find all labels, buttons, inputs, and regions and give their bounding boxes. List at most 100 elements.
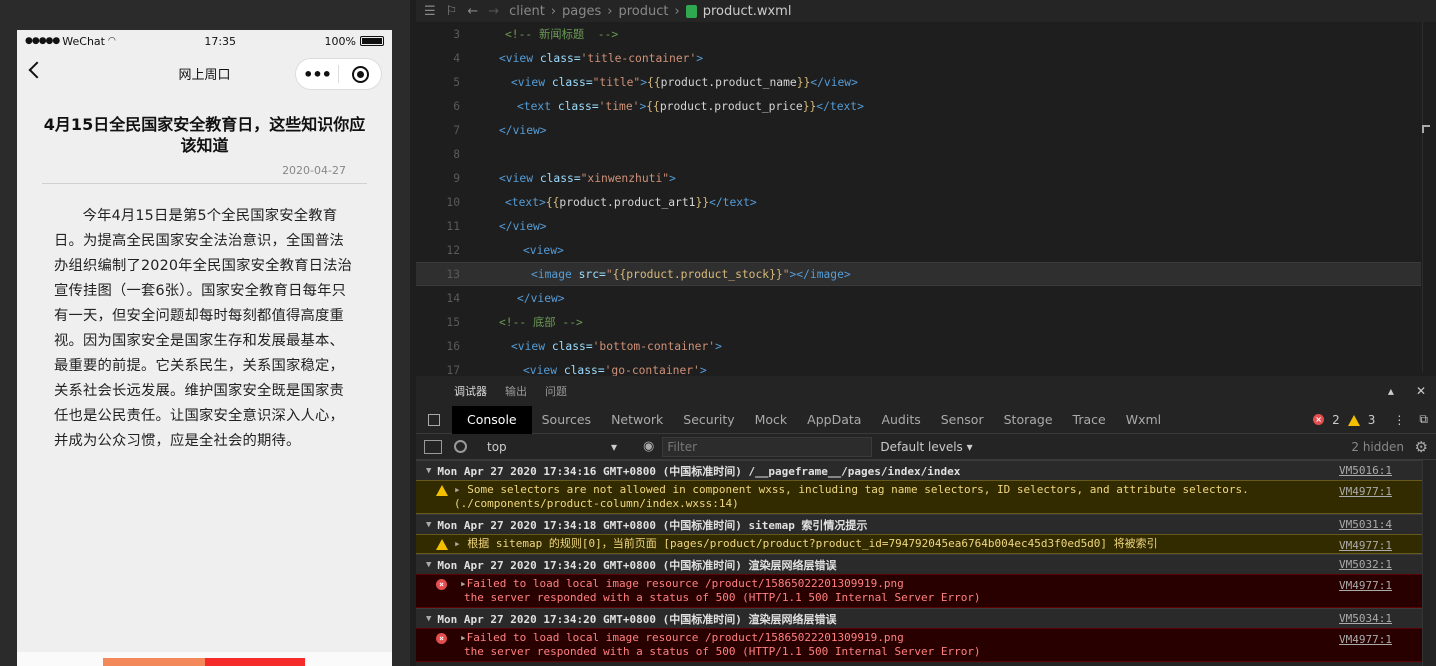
code-line[interactable]: 11 </view> — [416, 214, 1421, 238]
expand-icon[interactable]: ▼ — [426, 560, 431, 570]
code-line[interactable]: 8 — [416, 142, 1421, 166]
devtools-tab-list: Console Sources Network Security Mock AppData… — [452, 405, 1171, 434]
error-icon: × — [436, 633, 447, 644]
code-lines[interactable]: 3 <!-- 新闻标题 --> 4 <view class='title-contai… — [416, 22, 1421, 382]
tab-sources[interactable]: Sources — [532, 406, 601, 434]
breadcrumb-item[interactable]: pages — [562, 4, 601, 19]
log-group-header[interactable]: ▼ Mon Apr 27 2020 17:34:18 GMT+0800 (中国标准… — [416, 514, 1422, 534]
code-line[interactable]: 6 <text class='time'>{{product.product_pr… — [416, 94, 1421, 118]
tab-console[interactable]: Console — [452, 405, 532, 434]
panel-tab-problems[interactable]: 问题 — [545, 383, 567, 399]
list-icon[interactable]: ☰ — [424, 4, 436, 19]
log-error[interactable]: × ▸Failed to load local image resource /p… — [416, 574, 1422, 608]
filter-input[interactable]: Filter — [662, 436, 873, 457]
source-link[interactable]: VM5034:1 — [1339, 612, 1392, 625]
code-line[interactable]: 5 <view class="title">{{product.product_n… — [416, 70, 1421, 94]
code-line[interactable]: 10 <text>{{product.product_art1}}</text> — [416, 190, 1421, 214]
tab-sensor[interactable]: Sensor — [931, 406, 994, 434]
more-icon[interactable]: ••• — [296, 65, 338, 84]
panel-tab-debugger[interactable]: 调试器 — [454, 383, 487, 399]
context-select[interactable]: top ▾ — [487, 440, 617, 454]
source-link[interactable]: VM4977:1 — [1339, 633, 1392, 647]
forward-arrow-icon[interactable]: → — [488, 4, 499, 19]
source-link[interactable]: VM4977:1 — [1339, 485, 1392, 498]
breadcrumb-item[interactable]: client — [509, 4, 545, 19]
code-token: <view — [523, 363, 558, 377]
sidebar-toggle-icon[interactable] — [424, 439, 442, 454]
editor-toolbar: ☰ ⚐ ← → client › pages › product › product.… — [416, 0, 1436, 22]
log-warning[interactable]: ▸ Some selectors are not allowed in comp… — [416, 480, 1422, 514]
more-vert-icon[interactable]: ⋮ — [1393, 413, 1405, 427]
tab-appdata[interactable]: AppData — [797, 406, 871, 434]
tab-wxml[interactable]: Wxml — [1116, 406, 1171, 434]
code-token: }} — [802, 99, 817, 113]
bottom-button-right[interactable] — [205, 658, 305, 666]
editor-scrollbar[interactable] — [1422, 22, 1436, 372]
tab-audits[interactable]: Audits — [871, 406, 930, 434]
source-link[interactable]: VM5031:4 — [1339, 518, 1392, 531]
tab-trace[interactable]: Trace — [1063, 406, 1116, 434]
code-token: </view> — [499, 123, 547, 137]
carrier-group: ●●●●● WeChat ◠ — [25, 35, 116, 48]
expand-icon[interactable]: ▼ — [426, 466, 431, 476]
code-line[interactable]: 4 <view class='title-container'> — [416, 46, 1421, 70]
console-scrollbar[interactable] — [1422, 460, 1436, 666]
code-line[interactable]: 12 <view> — [416, 238, 1421, 262]
code-line[interactable]: 9 <view class="xinwenzhuti"> — [416, 166, 1421, 190]
code-token: </view> — [810, 75, 858, 89]
tab-network[interactable]: Network — [601, 406, 673, 434]
tab-storage[interactable]: Storage — [994, 406, 1063, 434]
eye-icon[interactable]: ◉ — [643, 439, 654, 454]
breadcrumb-item[interactable]: product — [619, 4, 669, 19]
breadcrumb: client › pages › product › product.wxml — [509, 3, 792, 19]
expand-icon[interactable]: ▼ — [426, 614, 431, 624]
log-group-text: Mon Apr 27 2020 17:34:20 GMT+0800 (中国标准时… — [437, 558, 837, 572]
tab-mock[interactable]: Mock — [745, 406, 798, 434]
warning-message: 根据 sitemap 的规则[0]，当前页面 [pages/product/pr… — [467, 537, 1158, 550]
code-line[interactable]: 3 <!-- 新闻标题 --> — [416, 22, 1421, 46]
clear-console-icon[interactable] — [454, 440, 467, 453]
code-token: > — [669, 171, 676, 185]
code-line[interactable]: 15 <!-- 底部 --> — [416, 310, 1421, 334]
source-link[interactable]: VM4977:1 — [1339, 539, 1392, 552]
log-warning-text: ▸ Some selectors are not allowed in comp… — [454, 483, 1249, 510]
code-token: <text> — [505, 195, 546, 209]
breadcrumb-file[interactable]: product.wxml — [703, 4, 792, 19]
log-warning[interactable]: ▸ 根据 sitemap 的规则[0]，当前页面 [pages/product/… — [416, 534, 1422, 554]
error-count[interactable]: 2 — [1332, 413, 1340, 427]
collapse-icon[interactable]: ▴ — [1388, 384, 1394, 398]
code-line[interactable]: 7 </view> — [416, 118, 1421, 142]
code-text: <image src="{{product.product_stock}}"><… — [531, 268, 851, 281]
levels-select[interactable]: Default levels ▾ — [880, 440, 972, 454]
code-token: 'time' — [598, 99, 640, 113]
line-number: 12 — [446, 243, 460, 257]
close-icon[interactable]: ✕ — [1416, 384, 1426, 398]
back-icon[interactable] — [28, 61, 46, 79]
gear-icon[interactable]: ⚙ — [1415, 438, 1428, 456]
back-arrow-icon[interactable]: ← — [467, 4, 478, 19]
bookmark-icon[interactable]: ⚐ — [446, 4, 458, 19]
log-group-header[interactable]: ▼ Mon Apr 27 2020 17:34:20 GMT+0800 (中国标准… — [416, 608, 1422, 628]
code-token: src= — [571, 267, 606, 281]
log-error[interactable]: × ▸Failed to load local image resource /p… — [416, 628, 1422, 662]
source-link[interactable]: VM5016:1 — [1339, 464, 1392, 477]
warning-count[interactable]: 3 — [1368, 413, 1376, 427]
code-line[interactable]: 13 <image src="{{product.product_stock}}"… — [416, 262, 1421, 286]
close-capsule-button[interactable] — [339, 65, 381, 83]
log-group-header[interactable]: ▼ Mon Apr 27 2020 17:34:16 GMT+0800 (中国标准… — [416, 460, 1422, 480]
log-group-header[interactable]: ▼ Mon Apr 27 2020 17:34:20 GMT+0800 (中国标准… — [416, 554, 1422, 574]
expand-icon[interactable]: ▼ — [426, 520, 431, 530]
line-number: 14 — [446, 291, 460, 305]
undock-icon[interactable]: ⧉ — [1419, 412, 1428, 427]
bottom-button-left[interactable] — [103, 658, 205, 666]
source-link[interactable]: VM4977:1 — [1339, 579, 1392, 593]
line-number: 6 — [453, 99, 460, 113]
code-token: class= — [551, 99, 599, 113]
tab-security[interactable]: Security — [673, 406, 744, 434]
panel-tab-output[interactable]: 输出 — [505, 383, 527, 399]
code-line[interactable]: 16 <view class='bottom-container'> — [416, 334, 1421, 358]
article-body: 今年4月15日是第5个全民国家安全教育日。为提高全民国家安全法治意识，全国普法办… — [54, 208, 353, 449]
code-line[interactable]: 14 </view> — [416, 286, 1421, 310]
source-link[interactable]: VM5032:1 — [1339, 558, 1392, 571]
inspect-icon[interactable] — [416, 406, 452, 434]
